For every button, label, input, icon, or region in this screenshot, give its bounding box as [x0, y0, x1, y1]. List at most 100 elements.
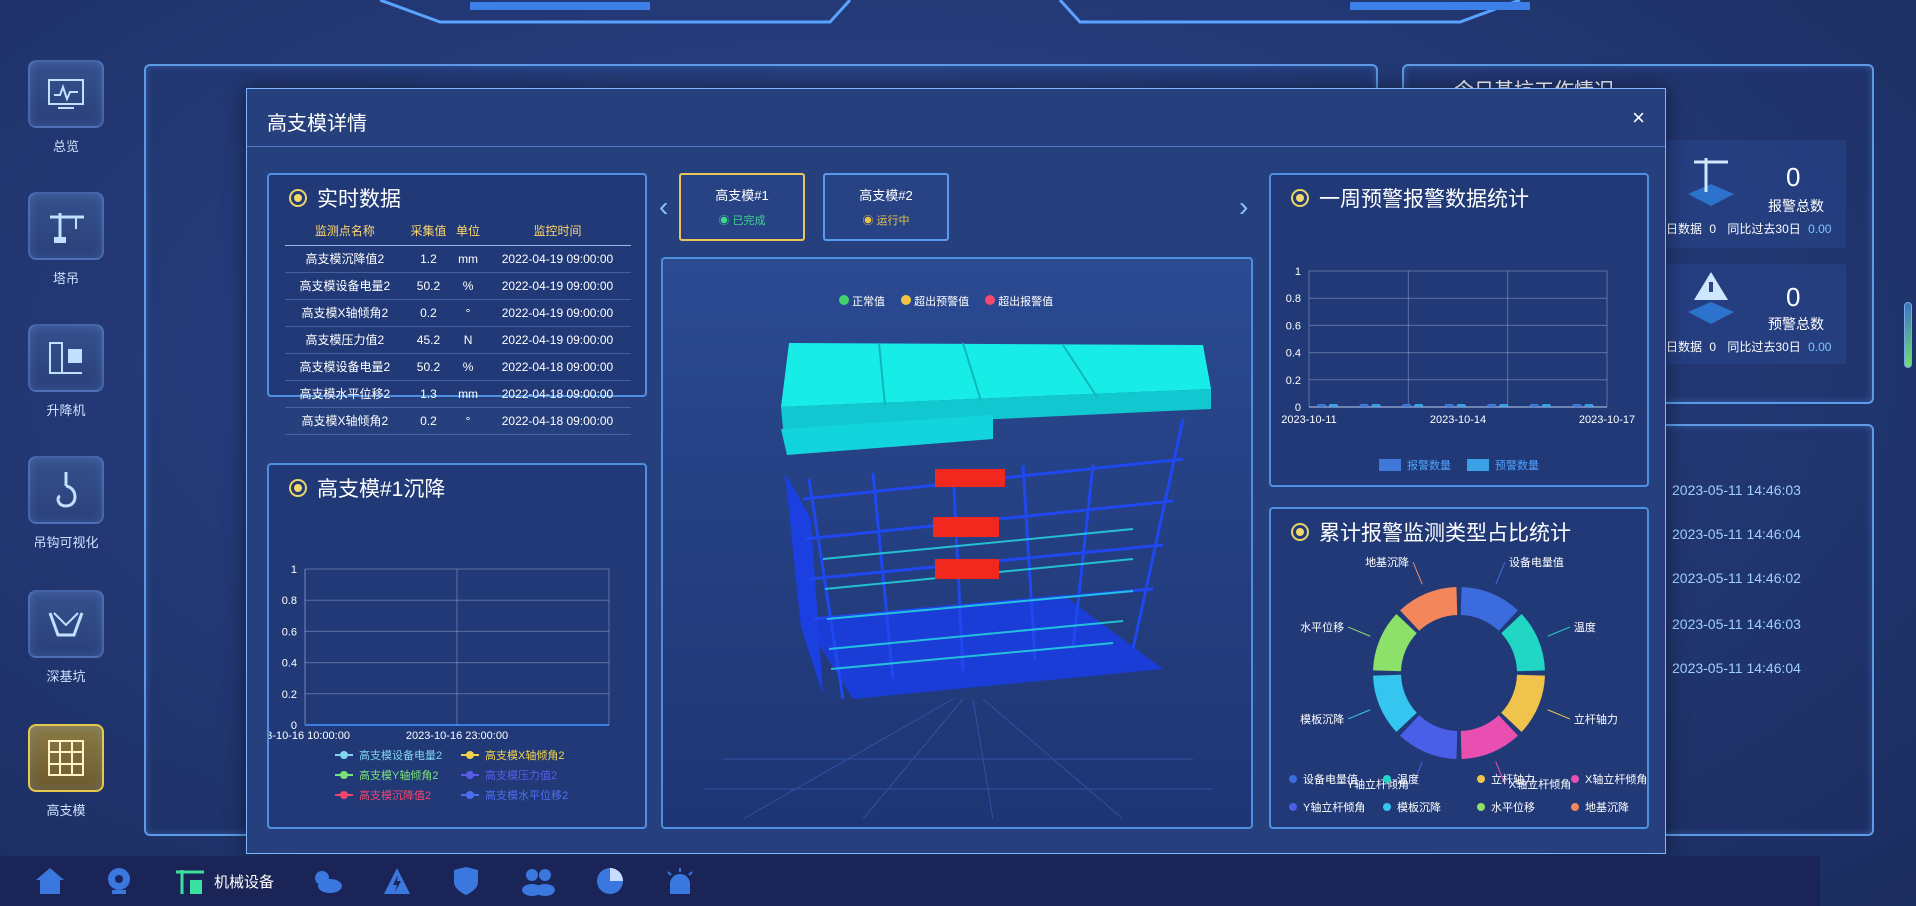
nav-hazard[interactable]: [382, 866, 412, 896]
nav-weather[interactable]: [310, 866, 344, 896]
legend-label: 设备电量值: [1303, 772, 1358, 786]
tower-crane-icon: [28, 192, 104, 260]
cell: 50.2: [404, 272, 453, 300]
formwork-3d-view[interactable]: 正常值 超出预警值 超出报警值: [661, 257, 1253, 829]
sidebar-item-label: 升降机: [46, 403, 86, 418]
record-time: 2023-05-11 14:46:03: [1672, 482, 1801, 498]
pie-slice: [1373, 674, 1417, 732]
label-leader: [1547, 709, 1571, 720]
x-tick-label: 2023-10-14: [1430, 414, 1486, 426]
weather-icon: [315, 871, 342, 893]
slice-label: 地基沉降: [1365, 555, 1409, 569]
hook-icon: [28, 456, 104, 524]
sidebar-item-elevator[interactable]: 升降机: [18, 324, 114, 419]
alarm-sub-value-b: 0.00: [1808, 222, 1832, 236]
table-row: 高支模X轴倾角2 0.2 ° 2022-04-18 09:00:00: [285, 407, 631, 435]
legend-label: Y轴立杆倾角: [1303, 800, 1365, 814]
pie-slice: [1501, 674, 1545, 732]
column-header: 采集值: [404, 217, 453, 246]
close-icon[interactable]: ×: [1632, 105, 1645, 131]
sidebar-item-formwork[interactable]: 高支模: [18, 724, 114, 819]
bullet-icon: [289, 189, 307, 207]
cell: 0.2: [404, 407, 453, 435]
legend-marker: [1477, 775, 1485, 783]
chevron-right-icon[interactable]: ›: [1239, 191, 1248, 223]
warning-sub-value-b: 0.00: [1808, 340, 1832, 354]
bar: [1487, 404, 1497, 407]
y-tick-label: 0: [1295, 402, 1301, 414]
legend-swatch: [1379, 459, 1401, 471]
cell: 2022-04-18 09:00:00: [483, 353, 631, 381]
warning-sub-value-a: 0: [1709, 340, 1717, 354]
signal-icon: ◉: [862, 215, 874, 227]
nav-machinery[interactable]: 机械设备: [174, 866, 274, 896]
camera-icon: [108, 868, 130, 894]
bar: [1444, 404, 1454, 407]
slice-label: 温度: [1574, 620, 1596, 634]
y-tick-label: 0.6: [282, 626, 297, 638]
bar: [1529, 404, 1539, 407]
quality-icon: [454, 867, 478, 895]
settlement-chart-panel: 高支模#1沉降 0 0.2 0.4 0.6 0.8 1 23-10-16 10:00:00 2…: [267, 463, 647, 829]
nav-statistics[interactable]: [594, 866, 626, 896]
tab-formwork-2[interactable]: 高支模#2 ◉ 运行中: [823, 173, 949, 241]
alarm-type-ratio-panel: 累计报警监测类型占比统计 设备电量值 温度 立杆轴力 X轴立杆倾角 Y轴立杆倾角 模板沉降…: [1269, 507, 1649, 829]
cell: N: [452, 326, 484, 354]
nav-quality[interactable]: [452, 866, 480, 896]
sidebar-item-tower-crane[interactable]: 塔吊: [18, 192, 114, 287]
legend-label: 水平位移: [1491, 800, 1535, 814]
chevron-left-icon[interactable]: ‹: [659, 191, 668, 223]
legend-label: 预警数量: [1495, 458, 1539, 472]
legend-label: 高支模压力值2: [485, 768, 557, 782]
legend-marker: [466, 751, 474, 759]
pie-slice: [1460, 587, 1518, 631]
legend-marker: [466, 791, 474, 799]
header-decoration: [379, 0, 1530, 24]
x-tick-label: 2023-10-17: [1579, 414, 1635, 426]
cell: %: [452, 272, 484, 300]
warning-sub-label-b: 同比过去30日: [1727, 340, 1801, 354]
nav-camera[interactable]: [104, 866, 134, 896]
cell: mm: [452, 380, 484, 408]
tab-formwork-1[interactable]: 高支模#1 ◉ 已完成: [679, 173, 805, 241]
warning-icon: [1688, 272, 1734, 324]
nav-people[interactable]: [520, 866, 556, 896]
y-tick-label: 0.2: [282, 689, 297, 701]
alarm-total-label: 报警总数: [1768, 198, 1824, 214]
cell: 2022-04-19 09:00:00: [483, 245, 631, 273]
sidebar-item-overview[interactable]: 总览: [18, 60, 114, 155]
record-time: 2023-05-11 14:46:04: [1672, 660, 1801, 676]
legend-marker: [340, 771, 348, 779]
status-badge: ◉ 运行中: [862, 215, 910, 227]
formwork-icon: [28, 724, 104, 792]
realtime-table: 监测点名称 采集值 单位 监控时间 高支模沉降值2 1.2 mm 2022-04-19…: [285, 217, 631, 435]
y-tick-label: 1: [291, 564, 297, 576]
y-tick-label: 0.4: [1286, 348, 1301, 360]
panel-title: 实时数据: [289, 183, 401, 213]
nav-home[interactable]: [34, 866, 66, 896]
legend-marker: [340, 751, 348, 759]
realtime-data-panel: 实时数据 监测点名称 采集值 单位 监控时间 高支模沉降值2 1.2 mm 2022-…: [267, 173, 647, 435]
table-row: 高支模X轴倾角2 0.2 ° 2022-04-19 09:00:00: [285, 299, 631, 327]
bar: [1456, 404, 1466, 407]
bar: [1317, 404, 1326, 407]
table-row: 高支模设备电量2 50.2% 2022-04-18 09:00:00: [285, 353, 631, 381]
legend-marker: [1383, 775, 1391, 783]
sidebar-item-hook[interactable]: 吊钩可视化: [18, 456, 114, 551]
formwork-3d-model: [703, 342, 1213, 820]
legend-marker: [1289, 775, 1297, 783]
bar: [1329, 404, 1338, 407]
pie-slice: [1400, 715, 1458, 759]
y-tick-label: 0.8: [282, 595, 297, 607]
column-header: 监测点名称: [285, 217, 405, 246]
machinery-icon: [176, 870, 204, 894]
scroll-indicator[interactable]: [1904, 302, 1912, 368]
cell: 高支模水平位移2: [285, 380, 405, 408]
slice-label: 立杆轴力: [1574, 712, 1618, 726]
nav-alarm[interactable]: [664, 866, 696, 896]
table-row: 高支模压力值2 45.2 N 2022-04-19 09:00:00: [285, 326, 631, 354]
legend-marker: [1383, 803, 1391, 811]
cell: 2022-04-19 09:00:00: [483, 272, 631, 300]
sidebar-item-pit[interactable]: 深基坑: [18, 590, 114, 685]
alarm-sub-line: 日数据 0 同比过去30日 0.00: [1666, 220, 1831, 237]
